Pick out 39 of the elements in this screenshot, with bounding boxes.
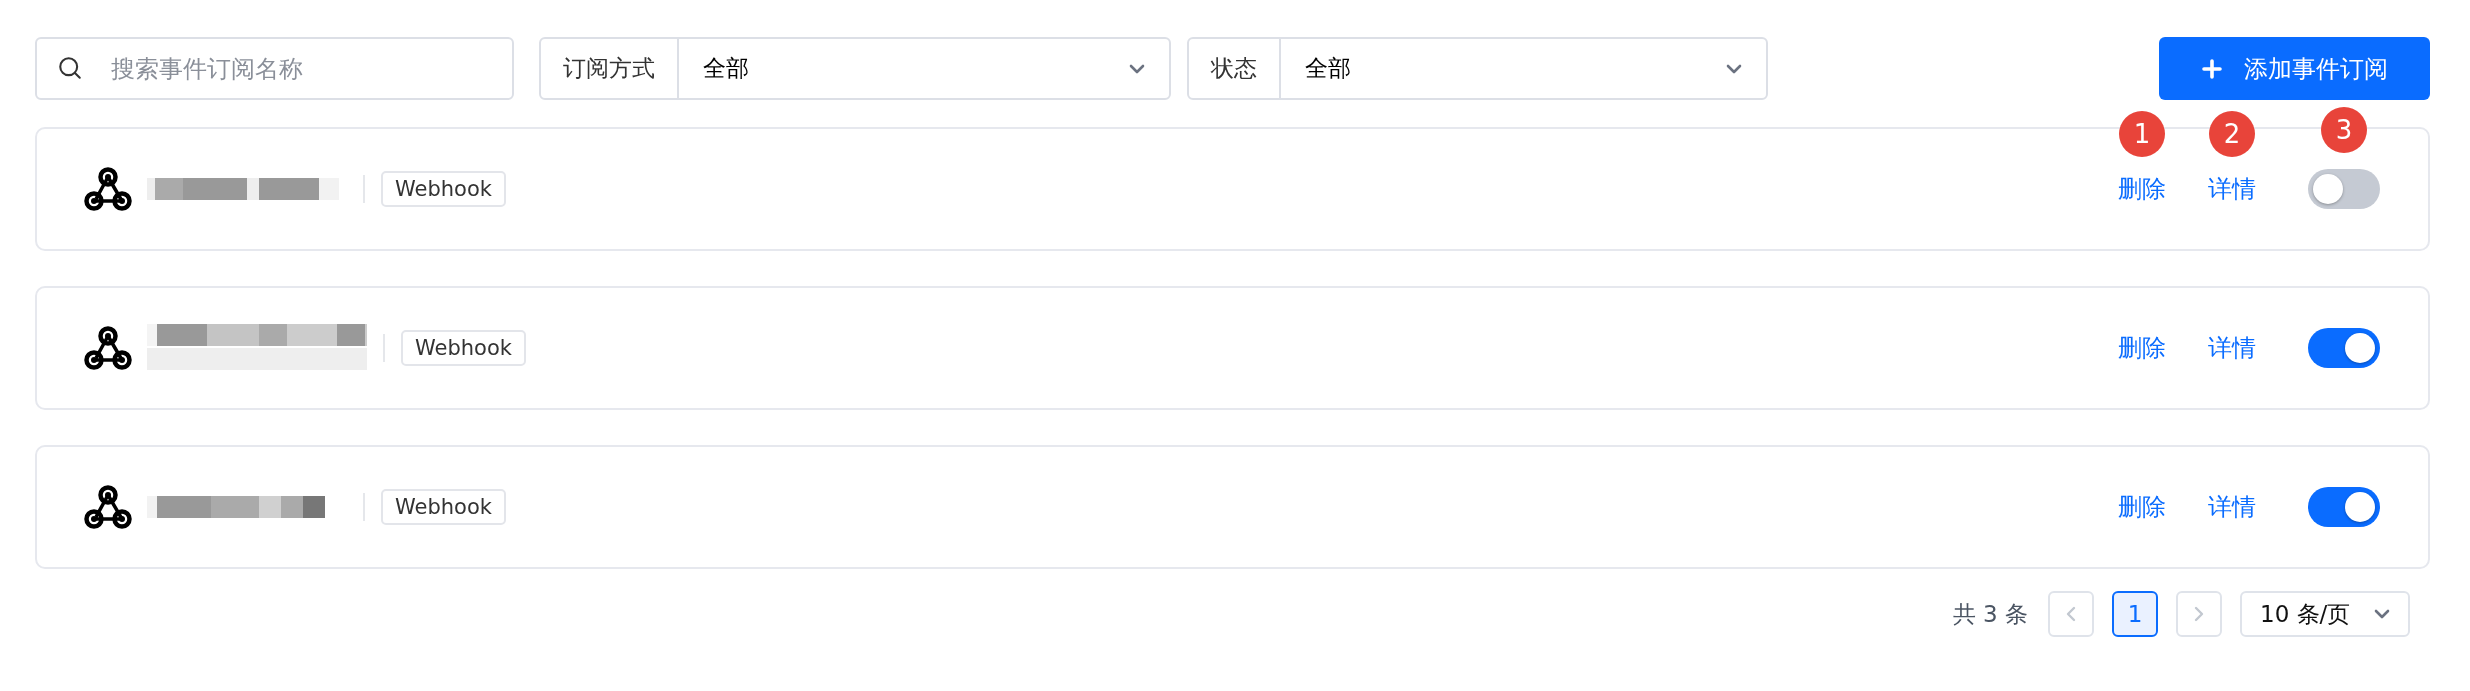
filter-label: 状态 xyxy=(1189,39,1281,98)
search-icon xyxy=(57,55,83,81)
action-link[interactable]: 删除 xyxy=(2118,173,2166,205)
action-link[interactable]: 详情 xyxy=(2208,491,2256,523)
chevron-down-icon xyxy=(2374,609,2390,619)
type-tag: Webhook xyxy=(381,489,506,525)
filter-select[interactable]: 状态 全部 xyxy=(1187,37,1768,100)
page-size-value: 10 条/页 xyxy=(2260,599,2351,629)
previous-page-button[interactable] xyxy=(2048,591,2094,637)
plus-icon xyxy=(2201,58,2222,79)
action-link[interactable]: 删除 xyxy=(2118,332,2166,364)
next-page-button[interactable] xyxy=(2176,591,2222,637)
type-tag: Webhook xyxy=(401,330,526,366)
search-field[interactable]: 搜索事件订阅名称 xyxy=(35,37,514,100)
chevron-down-icon xyxy=(1129,63,1145,74)
callout-number: 1 xyxy=(2119,111,2165,157)
page-number-button[interactable]: 1 xyxy=(2112,591,2158,637)
page-size-select[interactable]: 10 条/页 xyxy=(2240,591,2410,637)
filter-select[interactable]: 订阅方式 全部 xyxy=(539,37,1171,100)
filter-label: 订阅方式 xyxy=(541,39,679,98)
callout-number: 3 xyxy=(2321,107,2367,153)
toggle-switch[interactable] xyxy=(2308,487,2380,527)
filter-value: 全部 xyxy=(1304,54,1352,83)
chevron-down-icon xyxy=(1726,63,1742,74)
action-link[interactable]: 详情 xyxy=(2208,332,2256,364)
type-tag: Webhook xyxy=(381,171,506,207)
total-count: 共 3 条 xyxy=(1952,599,2028,629)
webhook-icon xyxy=(83,484,133,530)
callout-number: 2 xyxy=(2209,111,2255,157)
toggle-switch[interactable] xyxy=(2308,328,2380,368)
action-link[interactable]: 删除 xyxy=(2118,491,2166,523)
filter-value: 全部 xyxy=(702,54,750,83)
chevron-right-icon xyxy=(2194,606,2204,622)
webhook-icon xyxy=(83,166,133,212)
action-link[interactable]: 详情 xyxy=(2208,173,2256,205)
toggle-switch[interactable] xyxy=(2308,169,2380,209)
webhook-icon xyxy=(83,325,133,371)
chevron-left-icon xyxy=(2066,606,2076,622)
add-subscription-button[interactable]: 添加事件订阅 xyxy=(2159,37,2430,100)
